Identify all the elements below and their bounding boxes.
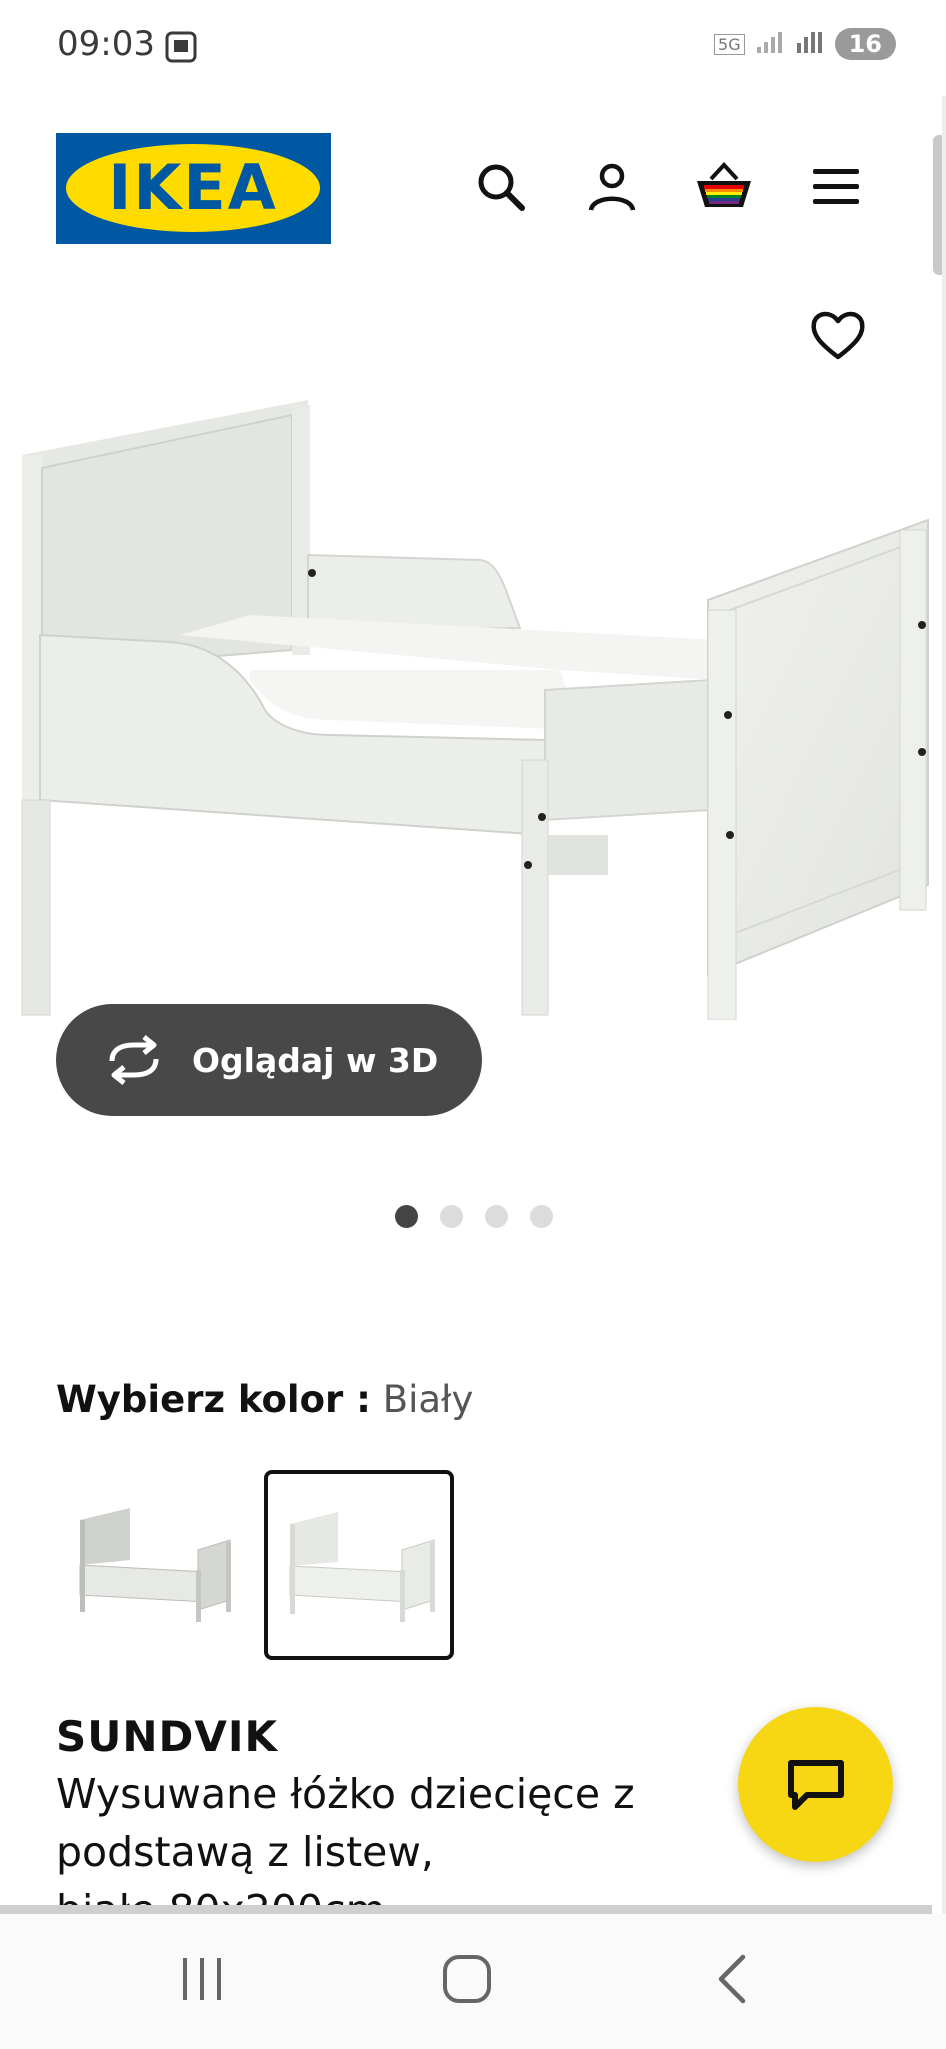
screen-capture-icon: [164, 30, 198, 68]
search-icon[interactable]: [470, 156, 532, 218]
view-3d-button[interactable]: Oglądaj w 3D: [56, 1004, 482, 1116]
system-navigation-bar: [0, 1914, 946, 2049]
svg-text:IKEA: IKEA: [108, 151, 277, 224]
color-swatch-white[interactable]: [264, 1470, 454, 1660]
color-select-label: Wybierz kolor : Biały: [56, 1378, 473, 1421]
gallery-dot-3[interactable]: [485, 1205, 508, 1228]
account-icon[interactable]: [581, 156, 643, 218]
battery-icon: 16: [834, 28, 896, 60]
product-image[interactable]: [0, 380, 946, 1021]
signal-icon: [755, 29, 785, 59]
recent-apps-icon[interactable]: [157, 1944, 247, 2014]
chat-icon: [787, 1759, 844, 1810]
gallery-dot-4[interactable]: [530, 1205, 553, 1228]
status-time: 09:03: [57, 24, 155, 64]
signal-r-icon: [795, 29, 825, 59]
rotate-3d-icon: [109, 1035, 159, 1085]
status-bar: 09:03 5G 16: [0, 0, 946, 96]
gallery-dot-2[interactable]: [440, 1205, 463, 1228]
color-swatch-gray-white[interactable]: [58, 1470, 248, 1660]
content-divider: [0, 1905, 932, 1914]
view-3d-label: Oglądaj w 3D: [192, 1040, 439, 1080]
ikea-logo[interactable]: IKEA: [56, 133, 331, 244]
chat-button[interactable]: [738, 1707, 893, 1862]
gallery-dot-1[interactable]: [395, 1205, 418, 1228]
color-select-value: Biały: [382, 1378, 474, 1421]
menu-icon[interactable]: [805, 156, 867, 218]
network-type: 5G: [714, 33, 745, 55]
gallery-pagination: [395, 1205, 553, 1228]
home-icon[interactable]: [422, 1944, 512, 2014]
color-select-title: Wybierz kolor :: [56, 1378, 371, 1421]
product-name: SUNDVIK: [56, 1712, 279, 1761]
favourite-heart-icon[interactable]: [808, 305, 868, 365]
back-icon[interactable]: [688, 1944, 778, 2014]
basket-icon[interactable]: [693, 156, 755, 218]
